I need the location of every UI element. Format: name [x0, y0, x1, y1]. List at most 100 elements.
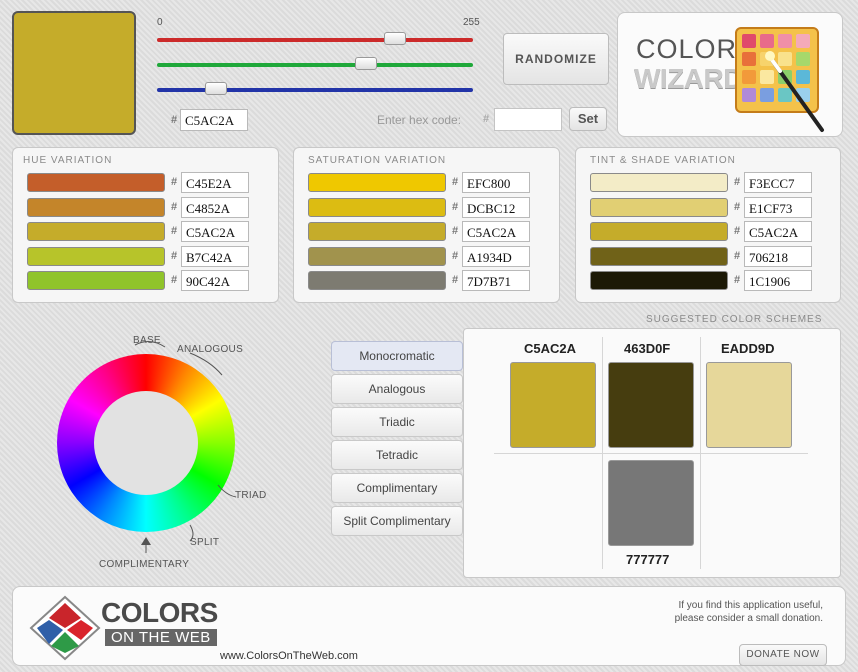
wheel-label-base: BASE	[133, 335, 161, 346]
brand-line1: COLORS	[101, 597, 218, 628]
colors-on-the-web-logo-icon	[29, 595, 101, 661]
variation-hash: #	[734, 225, 741, 237]
tint-shade-variation-panel: TINT & SHADE VARIATION # F3ECC7 # E1CF73 # C5…	[575, 147, 841, 303]
variation-swatch[interactable]	[590, 271, 728, 290]
tint-shade-variation-title: TINT & SHADE VARIATION	[590, 155, 736, 166]
scheme-swatch[interactable]	[510, 362, 596, 448]
suggested-schemes-panel: C5AC2A 463D0F EADD9D 777777	[463, 328, 841, 578]
scheme-button-complimentary[interactable]: Complimentary	[331, 473, 463, 503]
variation-hash: #	[734, 176, 741, 188]
donate-now-button[interactable]: DONATE NOW	[739, 644, 827, 666]
suggested-schemes-title: SUGGESTED COLOR SCHEMES	[646, 314, 823, 325]
wheel-label-split: SPLIT	[190, 537, 220, 548]
variation-hex-field[interactable]: E1CF73	[744, 196, 812, 218]
randomize-button[interactable]: RANDOMIZE	[503, 33, 609, 85]
current-color-preview	[12, 11, 136, 135]
red-slider[interactable]	[157, 38, 473, 42]
logo-text-wizard: WIZARD	[634, 63, 743, 94]
slider-max-label: 255	[463, 17, 480, 28]
donation-message-line2: please consider a small donation.	[674, 613, 823, 624]
variation-hash: #	[171, 274, 178, 286]
saturation-variation-panel: SATURATION VARIATION # EFC800 # DCBC12 # C5AC…	[293, 147, 560, 303]
scheme-hex-label: 463D0F	[624, 341, 671, 356]
variation-hash: #	[171, 225, 178, 237]
variation-swatch[interactable]	[590, 246, 728, 266]
variation-hash: #	[171, 249, 178, 262]
variation-hex-field[interactable]: B7C42A	[181, 245, 249, 267]
wheel-label-complimentary: COMPLIMENTARY	[99, 559, 190, 570]
green-slider[interactable]	[157, 63, 473, 67]
hue-variation-panel: HUE VARIATION # C45E2A # C4852A # C5AC2A # B7C4…	[12, 147, 279, 303]
variation-swatch[interactable]	[308, 271, 446, 290]
enter-hex-label: Enter hex code:	[377, 113, 462, 127]
variation-hash: #	[452, 274, 459, 286]
enter-hex-input[interactable]	[494, 108, 562, 131]
variation-hex-field[interactable]: C4852A	[181, 196, 249, 218]
red-slider-handle[interactable]	[384, 32, 407, 45]
variation-hex-field[interactable]: C45E2A	[181, 172, 249, 193]
variation-swatch[interactable]	[308, 197, 446, 217]
variation-hex-field[interactable]: C5AC2A	[462, 221, 530, 242]
variation-hex-field[interactable]: 90C42A	[181, 270, 249, 291]
variation-swatch[interactable]	[590, 222, 728, 241]
variation-hex-field[interactable]: 706218	[744, 245, 812, 267]
footer-panel: COLORS ON THE WEB www.ColorsOnTheWeb.com…	[12, 586, 846, 666]
variation-swatch[interactable]	[308, 222, 446, 241]
green-slider-handle[interactable]	[355, 57, 378, 70]
color-wizard-logo-panel: COLOR WIZARD	[617, 12, 843, 137]
variation-swatch[interactable]	[27, 173, 165, 192]
variation-hash: #	[452, 200, 459, 213]
saturation-variation-title: SATURATION VARIATION	[308, 155, 447, 166]
variation-hex-field[interactable]: C5AC2A	[181, 221, 249, 242]
variation-swatch[interactable]	[27, 197, 165, 217]
variation-hex-field[interactable]: 1C1906	[744, 270, 812, 291]
wheel-indicator-lines	[134, 341, 237, 553]
blue-slider[interactable]	[157, 88, 473, 92]
donation-message-line1: If you find this application useful,	[678, 600, 823, 611]
scheme-button-tetradic[interactable]: Tetradic	[331, 440, 463, 470]
wheel-label-triad: TRIAD	[235, 490, 267, 501]
variation-hex-field[interactable]: 7D7B71	[462, 270, 530, 291]
variation-swatch[interactable]	[308, 173, 446, 192]
scheme-hex-label: EADD9D	[721, 341, 775, 356]
variation-hex-field[interactable]: C5AC2A	[744, 221, 812, 242]
logo-text-color: COLOR	[636, 34, 738, 64]
variation-swatch[interactable]	[27, 222, 165, 241]
brand-line2: ON THE WEB	[105, 629, 217, 646]
scheme-button-split-complimentary[interactable]: Split Complimentary	[331, 506, 463, 536]
slider-min-label: 0	[157, 17, 163, 28]
scheme-button-analogous[interactable]: Analogous	[331, 374, 463, 404]
variation-hex-field[interactable]: A1934D	[462, 245, 530, 267]
variation-hash: #	[171, 176, 178, 188]
site-url-link[interactable]: www.ColorsOnTheWeb.com	[220, 650, 358, 662]
variation-swatch[interactable]	[590, 197, 728, 217]
hue-variation-title: HUE VARIATION	[23, 155, 113, 166]
scheme-hex-label: C5AC2A	[524, 341, 577, 356]
wizard-palette-icon	[735, 27, 824, 132]
scheme-button-monocromatic[interactable]: Monocromatic	[331, 341, 463, 371]
variation-swatch[interactable]	[27, 246, 165, 266]
variation-hash: #	[734, 249, 741, 262]
current-hex-field[interactable]: C5AC2A	[180, 109, 248, 131]
scheme-button-triadic[interactable]: Triadic	[331, 407, 463, 437]
variation-hex-field[interactable]: F3ECC7	[744, 172, 812, 193]
scheme-swatch[interactable]	[608, 362, 694, 448]
variation-hash: #	[734, 274, 741, 286]
wheel-label-analogous: ANALOGOUS	[177, 344, 244, 355]
enter-hex-hash: #	[483, 113, 490, 125]
set-button[interactable]: Set	[569, 107, 607, 131]
variation-hex-field[interactable]: EFC800	[462, 172, 530, 193]
variation-hash: #	[734, 200, 741, 213]
variation-hash: #	[452, 176, 459, 188]
blue-slider-handle[interactable]	[205, 82, 228, 95]
variation-swatch[interactable]	[27, 271, 165, 290]
scheme-swatch[interactable]	[608, 460, 694, 546]
scheme-divider-h	[494, 453, 808, 454]
scheme-swatch[interactable]	[706, 362, 792, 448]
variation-hex-field[interactable]: DCBC12	[462, 196, 530, 218]
variation-hash: #	[452, 225, 459, 237]
variation-swatch[interactable]	[308, 246, 446, 266]
variation-swatch[interactable]	[590, 173, 728, 192]
hex-hash-label: #	[171, 114, 178, 126]
variation-hash: #	[171, 200, 178, 213]
